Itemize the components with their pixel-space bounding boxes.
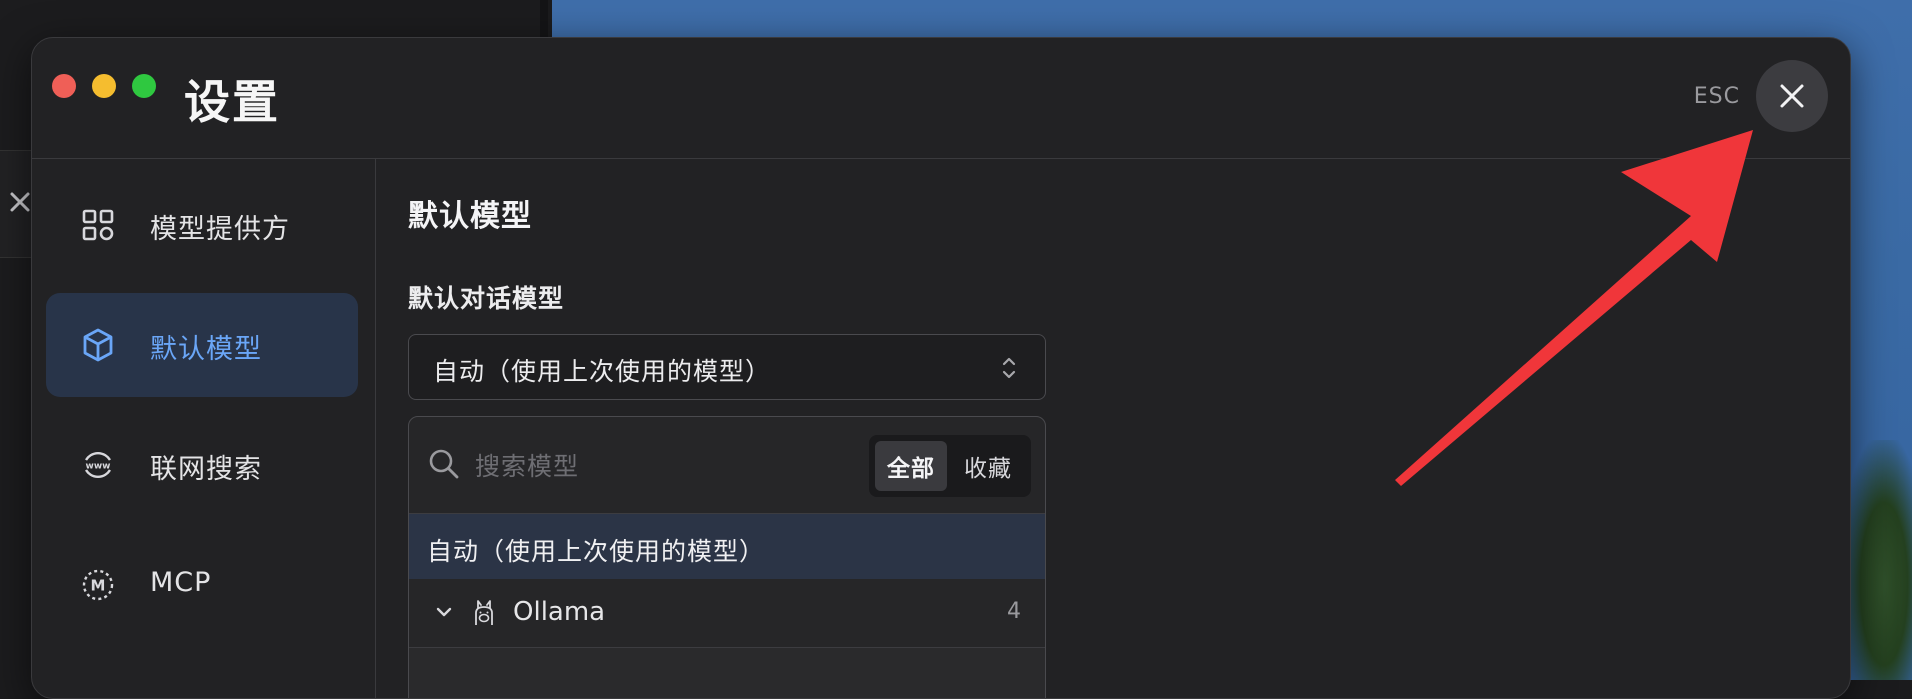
section-title: 默认模型 xyxy=(408,199,532,234)
model-search-input[interactable] xyxy=(473,445,777,487)
close-icon xyxy=(1780,84,1804,108)
dropdown-search-row: 全部 收藏 xyxy=(409,417,1045,514)
settings-content: 默认模型 默认对话模型 自动（使用上次使用的模型） 全部 收藏 xyxy=(376,159,1850,698)
mcp-icon: M xyxy=(82,569,114,601)
sidebar-item-web-search[interactable]: www 联网搜索 xyxy=(46,413,358,517)
sidebar-item-mcp[interactable]: M MCP xyxy=(46,533,358,637)
close-button[interactable] xyxy=(1756,60,1828,132)
model-dropdown: 全部 收藏 自动（使用上次使用的模型） Ollama xyxy=(408,416,1046,698)
option-label: 自动（使用上次使用的模型） xyxy=(427,537,766,566)
titlebar: 设置 ESC xyxy=(32,38,1850,159)
filter-favorites-button[interactable]: 收藏 xyxy=(951,441,1025,491)
filter-all-button[interactable]: 全部 xyxy=(875,441,947,491)
chevron-down-icon xyxy=(436,607,452,617)
default-chat-model-select[interactable]: 自动（使用上次使用的模型） xyxy=(408,334,1046,400)
svg-text:www: www xyxy=(86,462,111,472)
www-globe-icon: www xyxy=(84,452,112,478)
sidebar-item-default-model[interactable]: 默认模型 xyxy=(46,293,358,397)
page-title: 设置 xyxy=(184,75,280,129)
esc-hint: ESC xyxy=(1693,84,1740,109)
sidebar-item-model-providers[interactable]: 模型提供方 xyxy=(46,173,358,277)
settings-sidebar: 模型提供方 默认模型 www 联网搜索 M MCP xyxy=(32,159,376,698)
cube-icon xyxy=(83,328,113,362)
filter-segmented-control: 全部 收藏 xyxy=(869,435,1031,497)
settings-window: 设置 ESC 模型提供方 默认模型 www 联网搜索 M MCP 默认模型 默认… xyxy=(31,37,1851,699)
window-minimize-dot[interactable] xyxy=(92,74,116,98)
search-icon xyxy=(429,449,459,479)
chat-model-label: 默认对话模型 xyxy=(408,284,565,313)
wallpaper-tree xyxy=(1842,440,1912,680)
group-count: 4 xyxy=(1007,599,1021,624)
provider-group-ollama[interactable]: Ollama 4 xyxy=(409,579,1045,648)
chevron-updown-icon xyxy=(1002,357,1016,379)
sidebar-item-label: 模型提供方 xyxy=(150,214,290,245)
ollama-icon xyxy=(475,600,493,625)
select-value: 自动（使用上次使用的模型） xyxy=(433,357,772,386)
window-close-dot[interactable] xyxy=(52,74,76,98)
svg-text:M: M xyxy=(91,577,106,595)
sidebar-item-label: 联网搜索 xyxy=(150,454,262,485)
group-label: Ollama xyxy=(513,597,606,627)
list-item[interactable] xyxy=(409,648,1045,698)
sidebar-item-label: 默认模型 xyxy=(150,334,262,365)
sidebar-item-label: MCP xyxy=(150,567,212,598)
model-option-auto[interactable]: 自动（使用上次使用的模型） xyxy=(409,514,1045,579)
window-zoom-dot[interactable] xyxy=(132,74,156,98)
grid-icon xyxy=(82,209,114,241)
